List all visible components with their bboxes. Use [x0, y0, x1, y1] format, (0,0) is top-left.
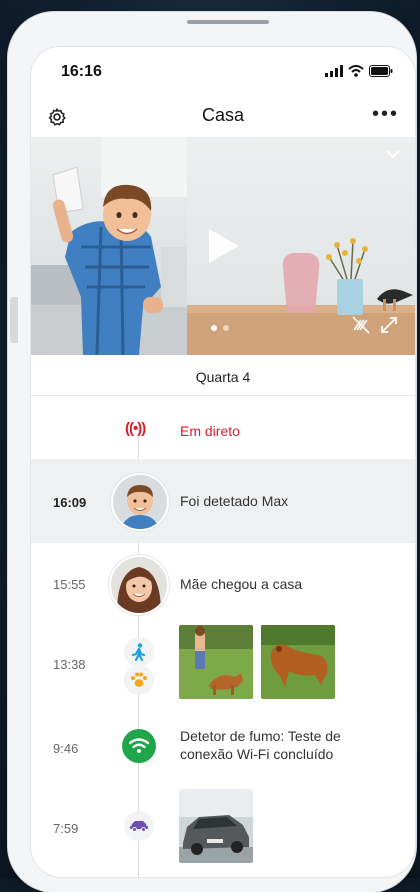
timeline-event[interactable]: 16:09 Foi detetado Max	[31, 459, 415, 543]
camera-preview[interactable]	[31, 137, 415, 355]
timeline-event[interactable]: 9:46 Detetor de fumo: Teste de conexão W…	[31, 711, 415, 785]
wifi-icon	[122, 729, 156, 763]
carousel-dot[interactable]	[223, 325, 229, 331]
play-icon[interactable]	[209, 229, 239, 263]
page-title: Casa	[201, 105, 245, 125]
chevron-down-icon[interactable]	[385, 149, 401, 159]
event-label: Mãe chegou a casa	[180, 576, 303, 592]
side-button	[10, 297, 18, 343]
wifi-status-icon	[348, 65, 364, 77]
divider	[31, 395, 415, 396]
event-time: 16:09	[53, 495, 87, 510]
event-thumbnail[interactable]	[179, 625, 253, 699]
event-label: Foi detetado Max	[180, 493, 289, 509]
live-row[interactable]: ((•)) Em direto	[31, 407, 415, 459]
event-thumbnail[interactable]	[261, 625, 335, 699]
status-time: 16:16	[61, 63, 102, 80]
live-broadcast-icon: ((•))	[125, 420, 146, 437]
carousel-dots	[211, 325, 229, 331]
timeline-date: Quarta 4	[195, 369, 251, 385]
live-label: Em direto	[180, 423, 240, 439]
camera-feed-left	[31, 137, 187, 355]
fullscreen-icon[interactable]	[379, 315, 399, 335]
event-thumbnail[interactable]	[179, 789, 253, 863]
avatar-mom	[109, 555, 169, 615]
event-time: 9:46	[53, 741, 79, 756]
timeline-event[interactable]: 13:38	[31, 625, 415, 711]
carousel-dot[interactable]	[211, 325, 217, 331]
signal-icon	[325, 65, 343, 77]
avatar-max	[111, 473, 169, 531]
timeline-event[interactable]: 7:59	[31, 785, 415, 877]
battery-icon	[369, 65, 393, 77]
app-screen: 16:16 Casa ••• Quarta 4 ((•)) Em direto …	[30, 46, 416, 878]
status-icons	[325, 65, 393, 77]
timeline-event[interactable]: 15:55 Mãe chegou a casa	[31, 543, 415, 625]
speaker-notch	[187, 20, 269, 24]
event-label-line2: conexão Wi-Fi concluído	[180, 746, 334, 762]
more-options-button[interactable]: •••	[372, 104, 399, 124]
event-time: 13:38	[53, 657, 86, 672]
status-bar: 16:16	[31, 47, 415, 93]
event-label-line1: Detetor de fumo: Teste de	[180, 728, 341, 744]
event-time: 15:55	[53, 577, 86, 592]
pet-paw-icon	[124, 665, 154, 695]
phone-frame: 16:16 Casa ••• Quarta 4 ((•)) Em direto …	[8, 12, 416, 892]
event-time: 7:59	[53, 821, 79, 836]
motion-icon	[124, 637, 154, 667]
boy-photo	[31, 137, 187, 355]
car-icon	[124, 811, 154, 841]
mute-icon[interactable]	[351, 315, 371, 335]
app-header: Casa •••	[31, 99, 415, 135]
